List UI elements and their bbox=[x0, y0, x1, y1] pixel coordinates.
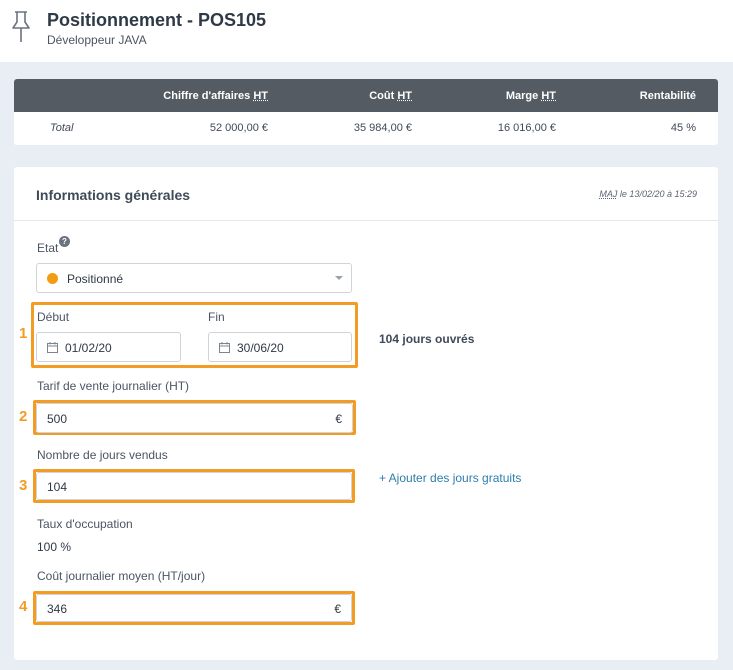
avg-daily-cost-label: Coût journalier moyen (HT/jour) bbox=[37, 569, 206, 583]
card-divider bbox=[14, 220, 718, 221]
help-icon[interactable]: ? bbox=[59, 236, 70, 247]
etat-label: Etat bbox=[37, 241, 59, 255]
status-dot bbox=[47, 273, 58, 284]
marker-3: 3 bbox=[19, 477, 28, 494]
daily-rate-label: Tarif de vente journalier (HT) bbox=[37, 379, 190, 393]
occupancy-label: Taux d'occupation bbox=[37, 517, 133, 531]
marker-2: 2 bbox=[19, 408, 28, 425]
column-header-profitability: Rentabilité bbox=[639, 90, 696, 102]
chevron-down-icon bbox=[335, 276, 343, 280]
end-date-input[interactable]: 30/06/20 bbox=[208, 332, 352, 362]
start-date-label: Début bbox=[37, 310, 70, 324]
start-date-value: 01/02/20 bbox=[65, 341, 112, 355]
value-cost: 35 984,00 € bbox=[353, 122, 412, 134]
column-header-revenue: Chiffre d'affaires HT bbox=[163, 90, 268, 102]
start-date-input[interactable]: 01/02/20 bbox=[36, 332, 181, 362]
value-profitability: 45 % bbox=[670, 122, 696, 134]
value-margin: 16 016,00 € bbox=[497, 122, 556, 134]
euro-suffix: € bbox=[334, 602, 341, 616]
etat-select[interactable]: Positionné bbox=[36, 263, 352, 293]
card-title: Informations générales bbox=[36, 187, 191, 203]
marker-4: 4 bbox=[19, 598, 28, 615]
avg-daily-cost-input[interactable]: 346 € bbox=[36, 594, 352, 622]
end-date-label: Fin bbox=[208, 310, 225, 324]
last-updated: MAJ le 13/02/20 à 15:29 bbox=[599, 189, 697, 199]
summary-table: Chiffre d'affaires HT Coût HT Marge HT R… bbox=[14, 79, 718, 145]
etat-selected-value: Positionné bbox=[67, 272, 124, 286]
occupancy-value: 100 % bbox=[37, 540, 72, 554]
calendar-icon bbox=[219, 342, 230, 353]
avg-daily-cost-value: 346 bbox=[47, 602, 68, 616]
marker-1: 1 bbox=[19, 325, 28, 342]
page-header: Positionnement - POS105 Développeur JAVA bbox=[0, 0, 733, 62]
pin-icon bbox=[12, 11, 30, 42]
working-days-text: 104 jours ouvrés bbox=[379, 332, 475, 346]
add-free-days-link[interactable]: + Ajouter des jours gratuits bbox=[379, 471, 521, 485]
calendar-icon bbox=[47, 342, 58, 353]
summary-header-row bbox=[14, 79, 718, 112]
daily-rate-input[interactable]: 500 € bbox=[36, 403, 353, 433]
daily-rate-value: 500 bbox=[47, 412, 68, 426]
column-header-margin: Marge HT bbox=[505, 90, 556, 102]
row-label-total: Total bbox=[50, 122, 74, 134]
days-sold-input[interactable]: 104 bbox=[36, 472, 352, 500]
page-title: Positionnement - POS105 bbox=[47, 10, 267, 30]
days-sold-value: 104 bbox=[47, 480, 68, 494]
euro-suffix: € bbox=[335, 412, 342, 426]
column-header-cost: Coût HT bbox=[369, 90, 412, 102]
page-subtitle: Développeur JAVA bbox=[47, 33, 147, 47]
end-date-value: 30/06/20 bbox=[237, 341, 284, 355]
days-sold-label: Nombre de jours vendus bbox=[37, 448, 168, 462]
value-revenue: 52 000,00 € bbox=[209, 122, 268, 134]
